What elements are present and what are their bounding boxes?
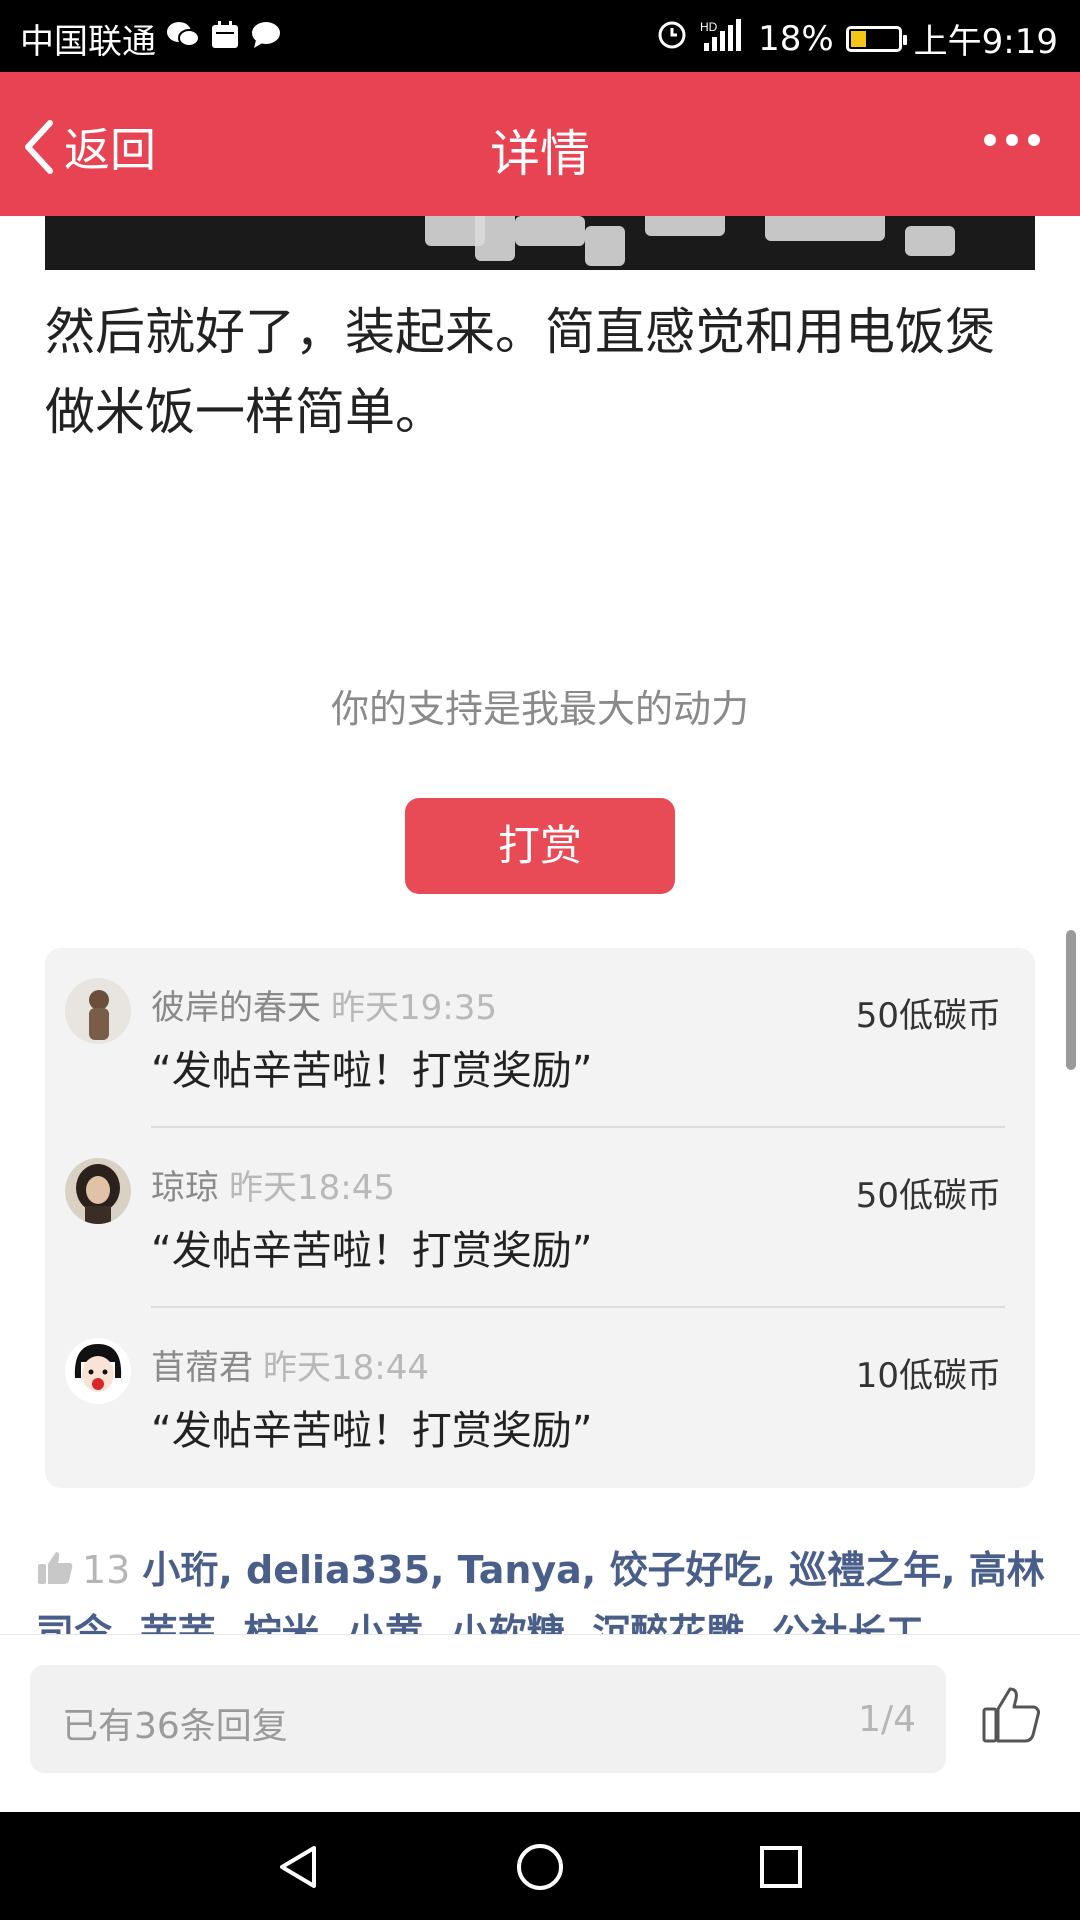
calendar-icon bbox=[210, 19, 240, 59]
reply-count: 已有36条回复 bbox=[62, 1706, 288, 1747]
reward-message: “发帖辛苦啦！打赏奖励” bbox=[151, 1408, 593, 1454]
reward-time: 昨天18:44 bbox=[263, 1348, 429, 1388]
post-paragraph: 然后就好了，装起来。简直感觉和用电饭煲做米饭一样简单。 bbox=[45, 303, 995, 441]
clock: 上午9:19 bbox=[913, 22, 1058, 62]
post-image bbox=[45, 216, 1035, 270]
reward-user: 彼岸的春天 昨天19:35 bbox=[151, 980, 497, 1029]
likes-list: 13 小珩, delia335, Tanya, 饺子好吃, 巡禮之年, 高林司令,… bbox=[36, 1540, 1046, 1636]
reward-user: 琼琼 昨天18:45 bbox=[151, 1160, 395, 1209]
reward-username[interactable]: 琼琼 bbox=[151, 1168, 219, 1208]
thumbs-up-icon bbox=[36, 1543, 74, 1603]
reward-amount: 50低碳币 bbox=[855, 1176, 1001, 1216]
reward-item: 苜蓿君 昨天18:44 10低碳币 “发帖辛苦啦！打赏奖励” bbox=[45, 1308, 1035, 1488]
page-indicator: 1/4 bbox=[858, 1699, 916, 1740]
likes-count: 13 bbox=[82, 1548, 131, 1592]
scrollbar[interactable] bbox=[1066, 930, 1076, 1070]
thumbs-up-icon[interactable] bbox=[980, 1683, 1042, 1745]
recents-nav-icon[interactable] bbox=[756, 1842, 806, 1892]
page-title: 详情 bbox=[490, 125, 590, 183]
status-bar: 中国联通 HD 18% 上午9:19 bbox=[0, 0, 1080, 72]
battery-percent: 18% bbox=[758, 18, 834, 59]
signal-icon: HD bbox=[700, 17, 746, 60]
avatar[interactable] bbox=[65, 978, 131, 1044]
reply-input[interactable]: 已有36条回复 1/4 bbox=[30, 1665, 946, 1773]
reward-button[interactable]: 打赏 bbox=[405, 798, 675, 894]
reward-username[interactable]: 彼岸的春天 bbox=[151, 988, 321, 1028]
reward-message: “发帖辛苦啦！打赏奖励” bbox=[151, 1228, 593, 1274]
reward-item: 彼岸的春天 昨天19:35 50低碳币 “发帖辛苦啦！打赏奖励” bbox=[45, 948, 1035, 1128]
likes-names[interactable]: 小珩, delia335, Tanya, 饺子好吃, 巡禮之年, 高林司令, 芜… bbox=[36, 1548, 1045, 1636]
carrier-label: 中国联通 bbox=[20, 22, 156, 62]
message-icon bbox=[250, 19, 282, 59]
reward-amount: 50低碳币 bbox=[855, 996, 1001, 1036]
reward-user: 苜蓿君 昨天18:44 bbox=[151, 1340, 429, 1389]
support-text: 你的支持是我最大的动力 bbox=[330, 687, 749, 731]
reward-message: “发帖辛苦啦！打赏奖励” bbox=[151, 1048, 593, 1094]
reward-username[interactable]: 苜蓿君 bbox=[151, 1348, 253, 1388]
reward-item: 琼琼 昨天18:45 50低碳币 “发帖辛苦啦！打赏奖励” bbox=[45, 1128, 1035, 1308]
avatar[interactable] bbox=[65, 1338, 131, 1404]
system-nav-bar bbox=[0, 1812, 1080, 1920]
reward-time: 昨天18:45 bbox=[229, 1168, 395, 1208]
bottom-bar: 已有36条回复 1/4 bbox=[0, 1634, 1080, 1813]
avatar[interactable] bbox=[65, 1158, 131, 1224]
home-nav-icon[interactable] bbox=[515, 1842, 565, 1892]
wechat-icon bbox=[166, 19, 200, 59]
app-header: 返回 详情 bbox=[0, 72, 1080, 216]
reward-time: 昨天19:35 bbox=[331, 988, 497, 1028]
more-options-icon[interactable] bbox=[984, 134, 1040, 146]
reward-amount: 10低碳币 bbox=[855, 1356, 1001, 1396]
back-nav-icon[interactable] bbox=[274, 1842, 324, 1892]
rewards-list: 彼岸的春天 昨天19:35 50低碳币 “发帖辛苦啦！打赏奖励” 琼琼 昨天18:4… bbox=[45, 948, 1035, 1488]
alarm-icon bbox=[656, 18, 688, 59]
battery-icon bbox=[845, 25, 907, 52]
svg-text:HD: HD bbox=[700, 20, 718, 34]
